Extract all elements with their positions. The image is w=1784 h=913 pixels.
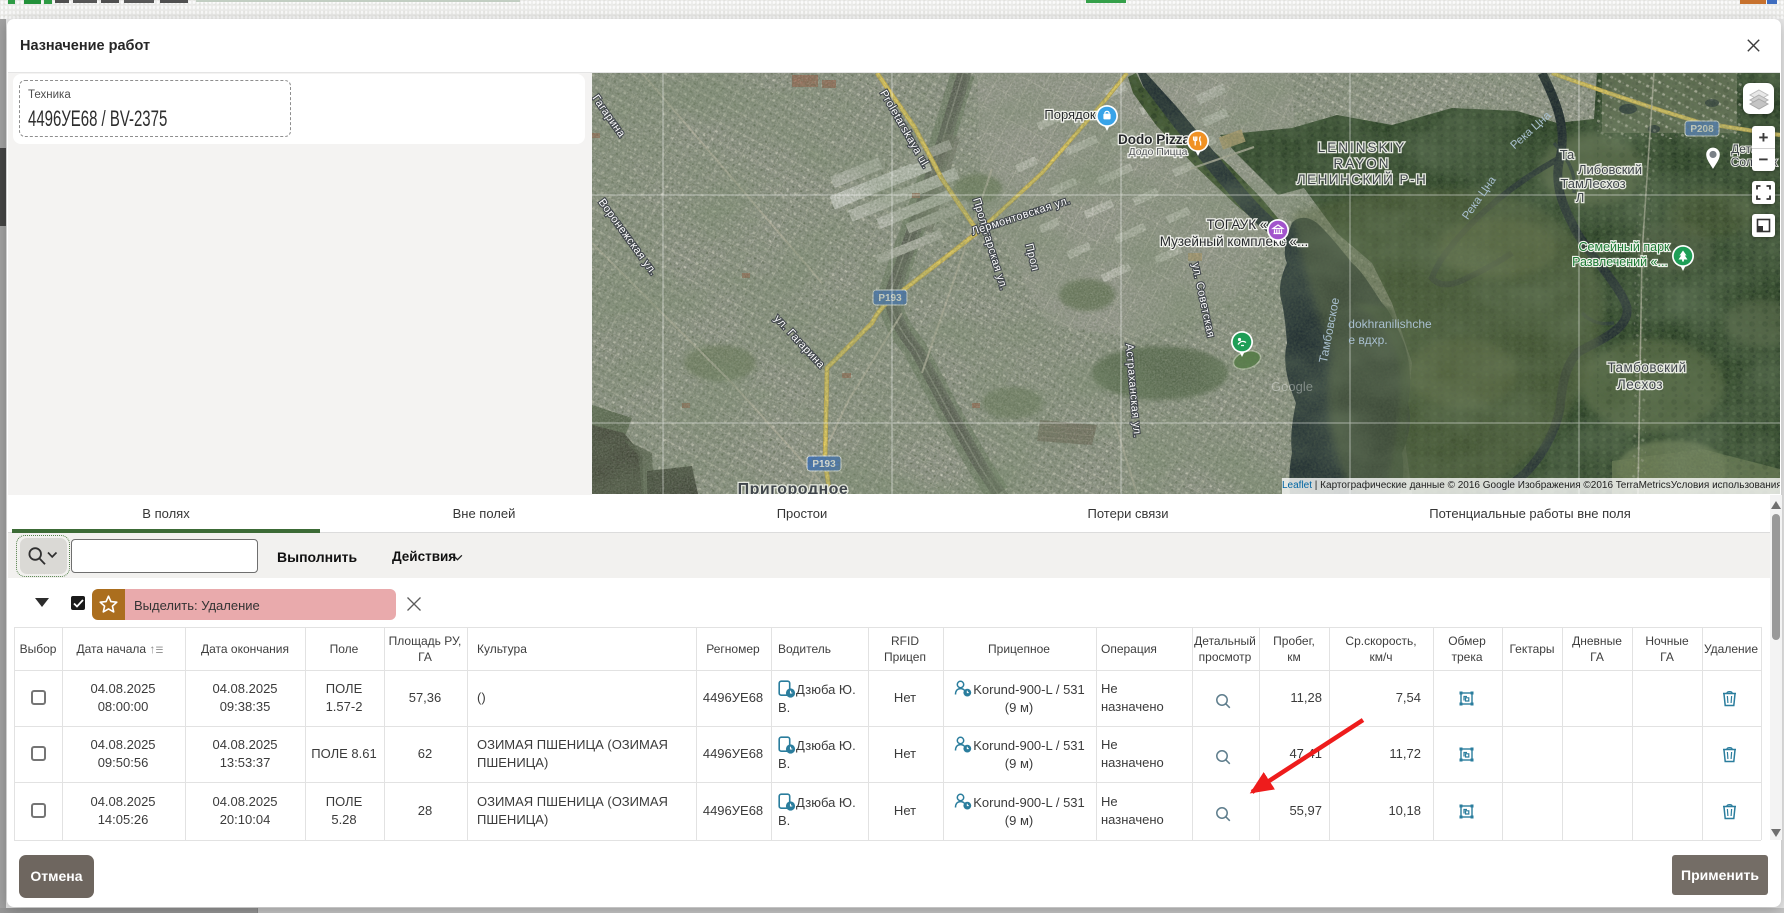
svg-text:Семейный парк: Семейный парк xyxy=(1579,240,1671,254)
svg-text:Та: Та xyxy=(1560,147,1575,162)
svg-text:Пригородное: Пригородное xyxy=(738,481,849,494)
svg-text:ЛЕНИНСКИЙ Р-Н: ЛЕНИНСКИЙ Р-Н xyxy=(1297,172,1428,187)
svg-text:LENINSKIY: LENINSKIY xyxy=(1318,140,1407,155)
svg-text:Додо Пицца: Додо Пицца xyxy=(1128,146,1187,158)
svg-text:Развлечений «...: Развлечений «... xyxy=(1572,255,1668,269)
svg-text:Dodo Pizza: Dodo Pizza xyxy=(1118,132,1190,147)
svg-text:Лесхоз: Лесхоз xyxy=(1617,377,1663,392)
svg-text:Порядок: Порядок xyxy=(1044,107,1096,122)
svg-text:ТОГАУК «: ТОГАУК « xyxy=(1207,217,1268,232)
svg-text:ТамЛесхоз: ТамЛесхоз xyxy=(1560,176,1625,191)
svg-text:Тамбовский: Тамбовский xyxy=(1607,360,1686,375)
svg-text:Либовский: Либовский xyxy=(1578,162,1642,177)
svg-text:е вдхр.: е вдхр. xyxy=(1348,333,1387,347)
svg-text:dokhranilishche: dokhranilishche xyxy=(1348,317,1432,331)
svg-text:RAYON: RAYON xyxy=(1333,156,1390,171)
svg-text:Л: Л xyxy=(1576,190,1585,205)
svg-text:Google: Google xyxy=(1271,379,1313,394)
